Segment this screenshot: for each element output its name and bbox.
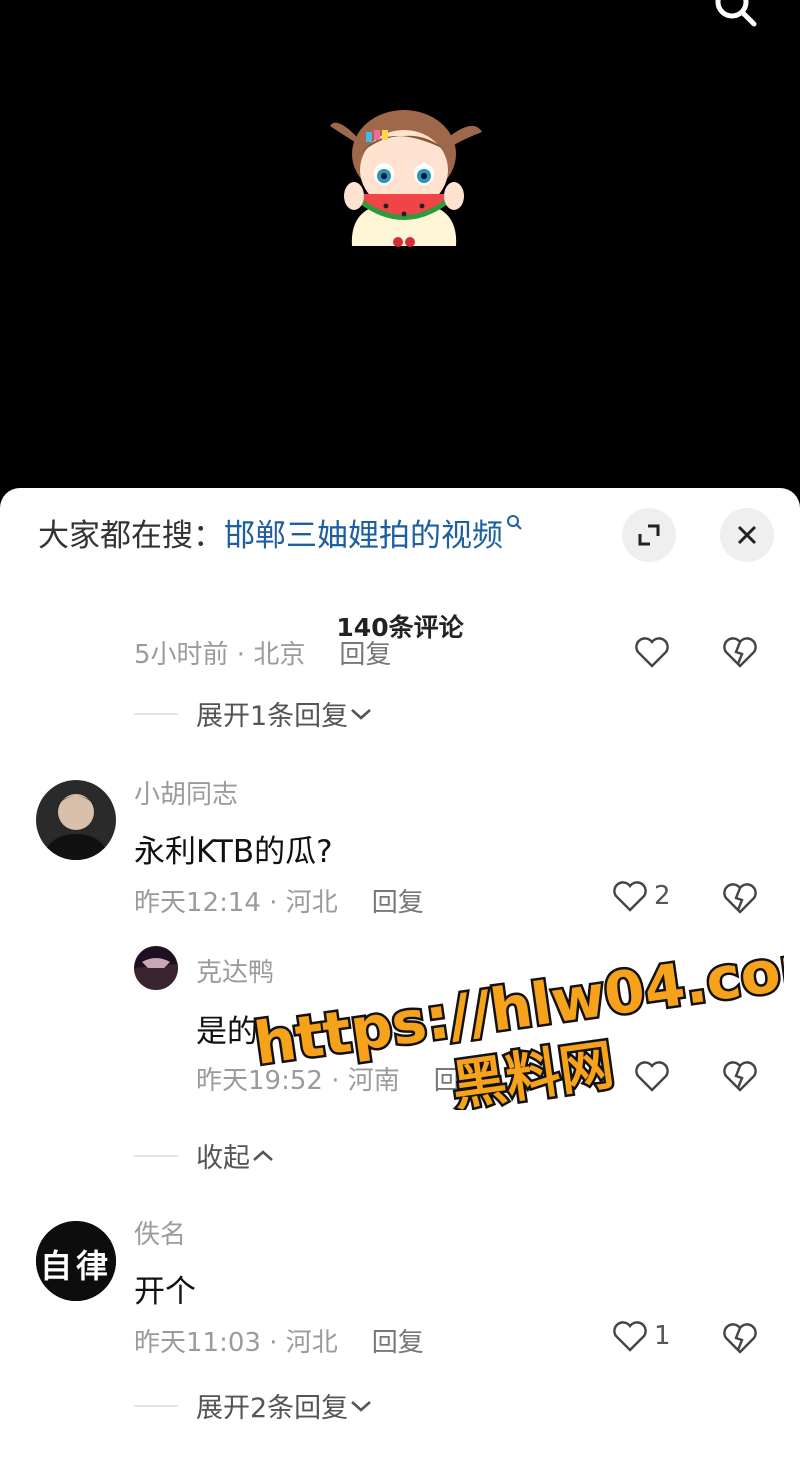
broken-heart-icon — [723, 1061, 757, 1092]
expand-replies-label: 展开1条回复 — [196, 701, 349, 732]
comment-meta: 昨天11:03 · 河北 回复 — [134, 1322, 424, 1359]
like-button[interactable]: 2 — [612, 880, 671, 912]
heart-icon — [635, 1061, 669, 1092]
avatar[interactable]: 自律 — [36, 1221, 116, 1301]
reply-button[interactable]: 回复 — [339, 640, 391, 670]
close-button[interactable] — [720, 508, 774, 562]
suggested-search-label: 大家都在搜： — [38, 518, 224, 554]
broken-heart-icon — [723, 637, 757, 668]
avatar[interactable] — [36, 780, 116, 860]
reply-button[interactable]: 回复 — [372, 888, 424, 918]
chevron-down-icon — [351, 1400, 372, 1412]
search-icon[interactable] — [712, 0, 760, 34]
dislike-button[interactable] — [722, 882, 758, 918]
comment-meta: 5小时前 · 北京 回复 — [134, 634, 391, 671]
like-count: 1 — [654, 1321, 671, 1351]
comment-username[interactable]: 佚名 — [134, 1214, 186, 1251]
heart-icon — [613, 881, 647, 912]
like-button[interactable] — [634, 636, 670, 672]
divider — [134, 712, 178, 715]
dislike-button[interactable] — [722, 1322, 758, 1358]
comment-time: 昨天11:03 · 河北 — [134, 1328, 338, 1358]
search-icon — [505, 512, 525, 560]
like-button[interactable]: 1 — [612, 1320, 671, 1352]
suggested-search-query[interactable]: 邯郸三妯娌拍的视频 — [224, 518, 503, 554]
reply-time: 昨天19:52 · 河南 — [196, 1066, 400, 1096]
like-button[interactable] — [634, 1060, 670, 1096]
chevron-down-icon — [351, 708, 372, 720]
girl-eating-watermelon-sticker — [326, 96, 486, 258]
comment-time: 昨天12:14 · 河北 — [134, 888, 338, 918]
dislike-button[interactable] — [722, 1060, 758, 1096]
video-area[interactable] — [0, 0, 800, 500]
heart-icon — [635, 637, 669, 668]
avatar-text: 自律 — [39, 1247, 112, 1285]
avatar[interactable] — [134, 946, 178, 990]
divider — [134, 1154, 178, 1157]
collapse-label: 收起 — [196, 1143, 250, 1174]
collapse-replies-button[interactable]: 收起 — [134, 1136, 276, 1175]
chevron-up-icon — [253, 1149, 273, 1161]
expand-replies-button[interactable]: 展开2条回复 — [134, 1386, 374, 1425]
expand-icon — [638, 524, 660, 546]
broken-heart-icon — [723, 1323, 757, 1354]
comment-username[interactable]: 小胡同志 — [134, 774, 238, 811]
reply-button[interactable]: 回复 — [372, 1328, 424, 1358]
close-icon — [737, 525, 757, 545]
expand-replies-button[interactable]: 展开1条回复 — [134, 694, 374, 733]
reply-username[interactable]: 克达鸭 — [196, 952, 274, 989]
comment-time: 5小时前 · 北京 — [134, 640, 306, 670]
expand-replies-label: 展开2条回复 — [196, 1393, 349, 1424]
heart-icon — [613, 1321, 647, 1352]
reply-meta: 昨天19:52 · 河南 回复 — [196, 1060, 486, 1097]
suggested-search[interactable]: 大家都在搜：邯郸三妯娌拍的视频 — [38, 512, 525, 560]
reply-button[interactable]: 回复 — [434, 1066, 486, 1096]
comment-meta: 昨天12:14 · 河北 回复 — [134, 882, 424, 919]
expand-sheet-button[interactable] — [622, 508, 676, 562]
comment-text: 永利KTB的瓜? — [134, 834, 333, 870]
comment-sheet: 大家都在搜：邯郸三妯娌拍的视频 140条评论 5小时前 · 北京 回复 展开1条回… — [0, 488, 800, 1469]
reply-text: 是的 — [196, 1014, 258, 1050]
comment-list[interactable]: 5小时前 · 北京 回复 展开1条回复 小胡同志 永利KTB的瓜? 昨天12:14… — [0, 628, 800, 1469]
broken-heart-icon — [723, 883, 757, 914]
dislike-button[interactable] — [722, 636, 758, 672]
comment-text: 开个 — [134, 1274, 196, 1310]
like-count: 2 — [654, 881, 671, 911]
divider — [134, 1404, 178, 1407]
